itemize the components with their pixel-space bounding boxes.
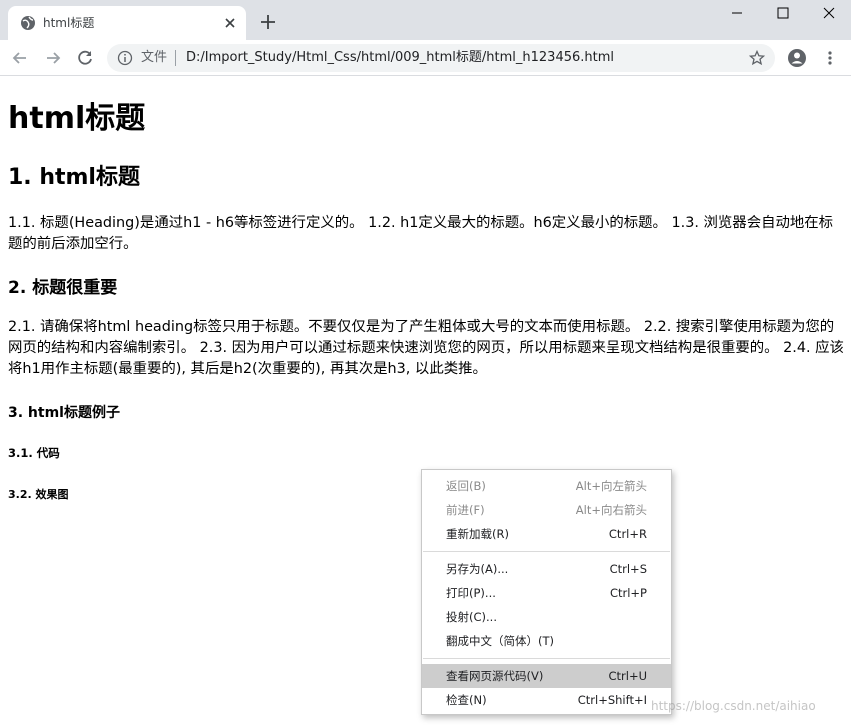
menu-separator — [423, 551, 670, 552]
menu-item-label: 重新加载(R) — [446, 527, 509, 541]
back-arrow-icon[interactable] — [10, 48, 30, 68]
browser-tab[interactable]: html标题 — [8, 6, 246, 40]
heading-h4: 3. html标题例子 — [8, 405, 120, 421]
close-icon[interactable] — [222, 15, 238, 31]
profile-icon[interactable] — [787, 48, 807, 68]
menu-item-cast[interactable]: 投射(C)... — [422, 605, 671, 629]
heading-h6: 3.2. 效果图 — [8, 488, 69, 501]
info-icon[interactable] — [117, 50, 133, 66]
menu-item-reload[interactable]: 重新加载(R) Ctrl+R — [422, 522, 671, 546]
star-icon[interactable] — [748, 49, 766, 66]
menu-item-label: 查看网页源代码(V) — [446, 669, 544, 683]
menu-item-view-source[interactable]: 查看网页源代码(V) Ctrl+U — [422, 664, 671, 688]
menu-item-forward[interactable]: 前进(F) Alt+向右箭头 — [422, 498, 671, 522]
menu-dots-icon[interactable] — [820, 48, 840, 68]
menu-item-shortcut: Ctrl+P — [609, 586, 647, 600]
reload-icon[interactable] — [75, 48, 95, 68]
page-title: html标题 — [8, 101, 146, 136]
paragraph-2: 2.1. 请确保将html heading标签只用于标题。不要仅仅是为了产生粗体… — [8, 319, 844, 377]
address-bar[interactable]: 文件 D:/Import_Study/Html_Css/html/009_htm… — [107, 44, 775, 72]
context-menu: 返回(B) Alt+向左箭头 前进(F) Alt+向右箭头 重新加载(R) Ct… — [421, 469, 672, 715]
menu-item-translate[interactable]: 翻成中文（简体）(T) — [422, 629, 671, 653]
tab-title: html标题 — [43, 16, 95, 30]
tab-strip: html标题 — [0, 0, 851, 40]
menu-item-inspect[interactable]: 检查(N) Ctrl+Shift+I — [422, 688, 671, 712]
window-close-icon[interactable] — [806, 0, 851, 28]
menu-item-shortcut: Alt+向左箭头 — [575, 479, 647, 493]
maximize-icon[interactable] — [760, 0, 806, 28]
menu-item-label: 翻成中文（简体）(T) — [446, 634, 554, 648]
menu-item-label: 打印(P)... — [446, 586, 496, 600]
watermark-text: https://blog.csdn.net/aihiao — [651, 699, 816, 713]
minimize-icon[interactable] — [714, 0, 760, 28]
forward-arrow-icon[interactable] — [43, 48, 63, 68]
menu-item-save-as[interactable]: 另存为(A)... Ctrl+S — [422, 557, 671, 581]
menu-item-shortcut: Ctrl+R — [608, 527, 647, 541]
menu-item-label: 投射(C)... — [446, 610, 497, 624]
omnibox-file-label: 文件 — [141, 50, 168, 65]
menu-item-back[interactable]: 返回(B) Alt+向左箭头 — [422, 474, 671, 498]
menu-item-print[interactable]: 打印(P)... Ctrl+P — [422, 581, 671, 605]
menu-item-label: 返回(B) — [446, 479, 486, 493]
menu-item-shortcut: Alt+向右箭头 — [575, 503, 647, 517]
menu-item-shortcut: Ctrl+Shift+I — [577, 693, 647, 707]
menu-item-shortcut: Ctrl+S — [609, 562, 647, 576]
heading-h2: 1. html标题 — [8, 165, 140, 190]
menu-separator — [423, 658, 670, 659]
omnibox-divider — [175, 50, 176, 66]
menu-item-label: 前进(F) — [446, 503, 485, 517]
globe-icon — [20, 15, 36, 31]
menu-item-label: 检查(N) — [446, 693, 487, 707]
plus-icon[interactable] — [259, 13, 277, 31]
heading-h5: 3.1. 代码 — [8, 446, 60, 460]
url-text[interactable]: D:/Import_Study/Html_Css/html/009_html标题… — [186, 50, 614, 66]
menu-item-shortcut: Ctrl+U — [608, 669, 647, 683]
browser-toolbar: 文件 D:/Import_Study/Html_Css/html/009_htm… — [0, 40, 851, 76]
paragraph-1: 1.1. 标题(Heading)是通过h1 - h6等标签进行定义的。 1.2.… — [8, 215, 834, 252]
menu-item-label: 另存为(A)... — [446, 562, 509, 576]
heading-h3: 2. 标题很重要 — [8, 278, 118, 298]
